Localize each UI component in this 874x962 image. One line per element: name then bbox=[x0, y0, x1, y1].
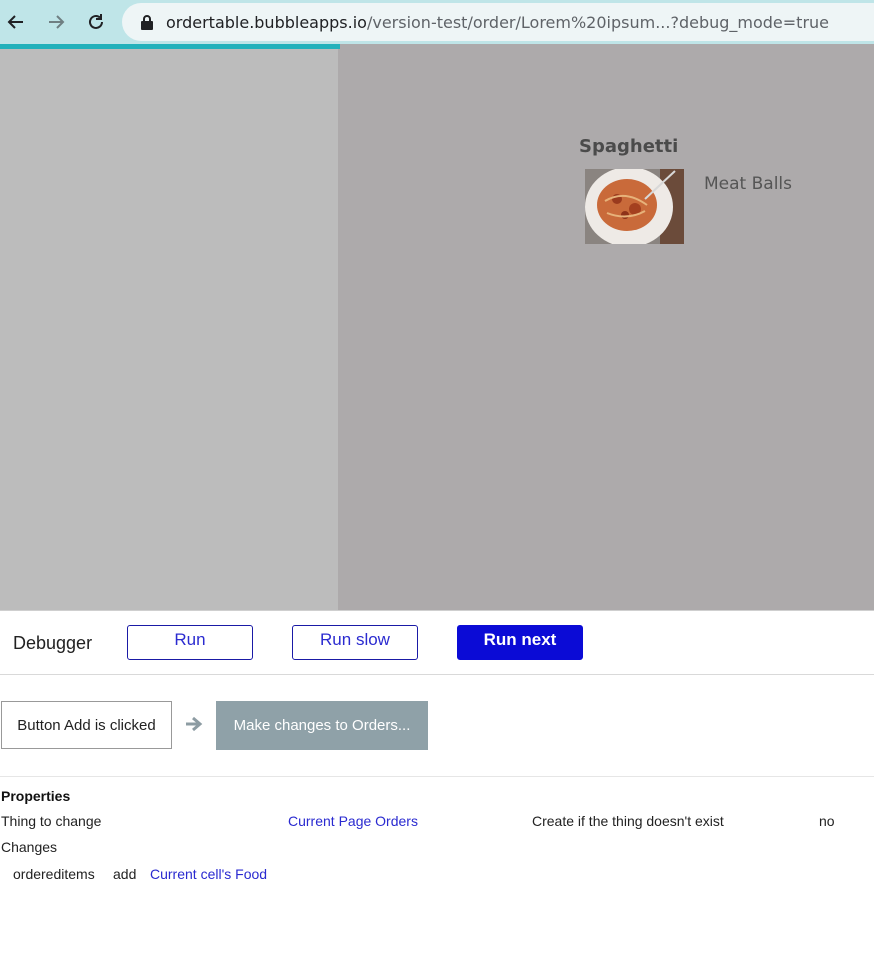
url-path: /version-test/order/Lorem%20ipsum...?deb… bbox=[366, 13, 830, 32]
action-step[interactable]: Make changes to Orders... bbox=[216, 701, 428, 750]
divider bbox=[0, 674, 874, 675]
url-host: ordertable.bubbleapps.io bbox=[166, 13, 367, 32]
create-if-missing-label: Create if the thing doesn't exist bbox=[532, 813, 724, 829]
left-panel bbox=[0, 49, 338, 610]
reload-icon bbox=[89, 14, 103, 29]
debugger-title: Debugger bbox=[13, 633, 93, 653]
thing-to-change-value[interactable]: Current Page Orders bbox=[288, 813, 418, 829]
app-page: Spaghetti Meat Balls bbox=[0, 44, 874, 610]
url-text: ordertable.bubbleapps.io/version-test/or… bbox=[166, 13, 829, 32]
change-operation: add bbox=[113, 866, 137, 882]
run-next-button[interactable]: Run next bbox=[457, 625, 583, 660]
browser-toolbar: ordertable.bubbleapps.io/version-test/or… bbox=[0, 0, 874, 44]
address-bar[interactable]: ordertable.bubbleapps.io/version-test/or… bbox=[122, 3, 874, 41]
event-step[interactable]: Button Add is clicked bbox=[1, 701, 172, 749]
thing-to-change-label: Thing to change bbox=[1, 813, 102, 829]
divider bbox=[0, 776, 874, 777]
forward-button[interactable] bbox=[42, 8, 70, 36]
reload-button[interactable] bbox=[82, 8, 110, 36]
food-title: Spaghetti bbox=[579, 136, 679, 157]
forward-arrow-icon bbox=[49, 15, 65, 29]
run-slow-button[interactable]: Run slow bbox=[292, 625, 418, 660]
debugger-panel: Debugger Run Run slow Run next Button Ad… bbox=[0, 610, 874, 962]
changes-label: Changes bbox=[1, 839, 58, 855]
lock-icon bbox=[141, 15, 153, 30]
arrow-right-icon bbox=[186, 716, 203, 732]
change-value[interactable]: Current cell's Food bbox=[150, 866, 267, 882]
properties-heading: Properties bbox=[1, 788, 71, 804]
spaghetti-image bbox=[585, 169, 684, 244]
back-arrow-icon bbox=[7, 15, 23, 29]
run-button[interactable]: Run bbox=[127, 625, 253, 660]
change-field: ordereditems bbox=[13, 866, 95, 882]
food-subtitle: Meat Balls bbox=[704, 174, 792, 194]
create-if-missing-value: no bbox=[819, 813, 835, 829]
back-button[interactable] bbox=[2, 8, 30, 36]
